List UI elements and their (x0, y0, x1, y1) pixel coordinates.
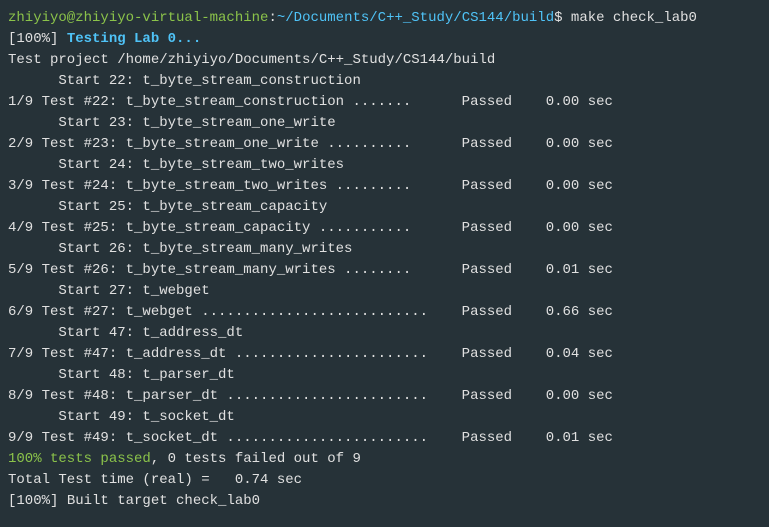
test-start-row-2: Start 24: t_byte_stream_two_writes (8, 155, 761, 176)
test-start-4: Start 26: t_byte_stream_many_writes (8, 241, 352, 257)
summary-failed: , 0 tests failed out of 9 (151, 451, 361, 467)
test-start-row-5: Start 27: t_webget (8, 281, 761, 302)
progress-open: [100%] (8, 31, 67, 47)
prompt-path: ~/Documents/C++_Study/CS144/build (277, 10, 554, 26)
test-result-4: 5/9 Test #26: t_byte_stream_many_writes … (8, 262, 613, 278)
test-start-0: Start 22: t_byte_stream_construction (8, 73, 361, 89)
test-start-row-0: Start 22: t_byte_stream_construction (8, 71, 761, 92)
test-result-row-2: 3/9 Test #24: t_byte_stream_two_writes .… (8, 176, 761, 197)
test-start-8: Start 49: t_socket_dt (8, 409, 235, 425)
prompt-user: zhiyiyo@zhiyiyo-virtual-machine (8, 10, 268, 26)
test-start-3: Start 25: t_byte_stream_capacity (8, 199, 327, 215)
summary-line: 100% tests passed, 0 tests failed out of… (8, 449, 761, 470)
test-result-row-6: 7/9 Test #47: t_address_dt .............… (8, 344, 761, 365)
test-start-6: Start 47: t_address_dt (8, 325, 243, 341)
test-result-row-1: 2/9 Test #23: t_byte_stream_one_write ..… (8, 134, 761, 155)
test-result-2: 3/9 Test #24: t_byte_stream_two_writes .… (8, 178, 613, 194)
testing-label: Testing Lab 0... (67, 31, 201, 47)
test-result-row-0: 1/9 Test #22: t_byte_stream_construction… (8, 92, 761, 113)
built-progress: [100%] (8, 493, 67, 509)
test-result-row-5: 6/9 Test #27: t_webget .................… (8, 302, 761, 323)
command-input[interactable]: make check_lab0 (571, 10, 697, 26)
test-start-row-3: Start 25: t_byte_stream_capacity (8, 197, 761, 218)
test-result-0: 1/9 Test #22: t_byte_stream_construction… (8, 94, 613, 110)
test-start-1: Start 23: t_byte_stream_one_write (8, 115, 336, 131)
test-result-3: 4/9 Test #25: t_byte_stream_capacity ...… (8, 220, 613, 236)
test-result-8: 9/9 Test #49: t_socket_dt ..............… (8, 430, 613, 446)
project-line-row: Test project /home/zhiyiyo/Documents/C++… (8, 50, 761, 71)
test-start-row-6: Start 47: t_address_dt (8, 323, 761, 344)
test-result-1: 2/9 Test #23: t_byte_stream_one_write ..… (8, 136, 613, 152)
test-start-row-7: Start 48: t_parser_dt (8, 365, 761, 386)
total-time: Total Test time (real) = 0.74 sec (8, 472, 302, 488)
test-result-7: 8/9 Test #48: t_parser_dt ..............… (8, 388, 613, 404)
prompt-line: zhiyiyo@zhiyiyo-virtual-machine:~/Docume… (8, 8, 761, 29)
test-result-row-3: 4/9 Test #25: t_byte_stream_capacity ...… (8, 218, 761, 239)
test-result-row-8: 9/9 Test #49: t_socket_dt ..............… (8, 428, 761, 449)
built-line: [100%] Built target check_lab0 (8, 491, 761, 512)
total-time-line: Total Test time (real) = 0.74 sec (8, 470, 761, 491)
test-result-6: 7/9 Test #47: t_address_dt .............… (8, 346, 613, 362)
terminal-output: zhiyiyo@zhiyiyo-virtual-machine:~/Docume… (8, 8, 761, 512)
test-result-row-4: 5/9 Test #26: t_byte_stream_many_writes … (8, 260, 761, 281)
test-start-row-8: Start 49: t_socket_dt (8, 407, 761, 428)
test-start-row-1: Start 23: t_byte_stream_one_write (8, 113, 761, 134)
test-result-5: 6/9 Test #27: t_webget .................… (8, 304, 613, 320)
test-start-5: Start 27: t_webget (8, 283, 210, 299)
test-result-row-7: 8/9 Test #48: t_parser_dt ..............… (8, 386, 761, 407)
prompt-sep: : (268, 10, 276, 26)
testing-line: [100%] Testing Lab 0... (8, 29, 761, 50)
built-target: Built target check_lab0 (67, 493, 260, 509)
test-start-7: Start 48: t_parser_dt (8, 367, 235, 383)
test-start-row-4: Start 26: t_byte_stream_many_writes (8, 239, 761, 260)
summary-passed: 100% tests passed (8, 451, 151, 467)
prompt-sym: $ (554, 10, 571, 26)
project-line: Test project /home/zhiyiyo/Documents/C++… (8, 52, 495, 68)
test-start-2: Start 24: t_byte_stream_two_writes (8, 157, 344, 173)
